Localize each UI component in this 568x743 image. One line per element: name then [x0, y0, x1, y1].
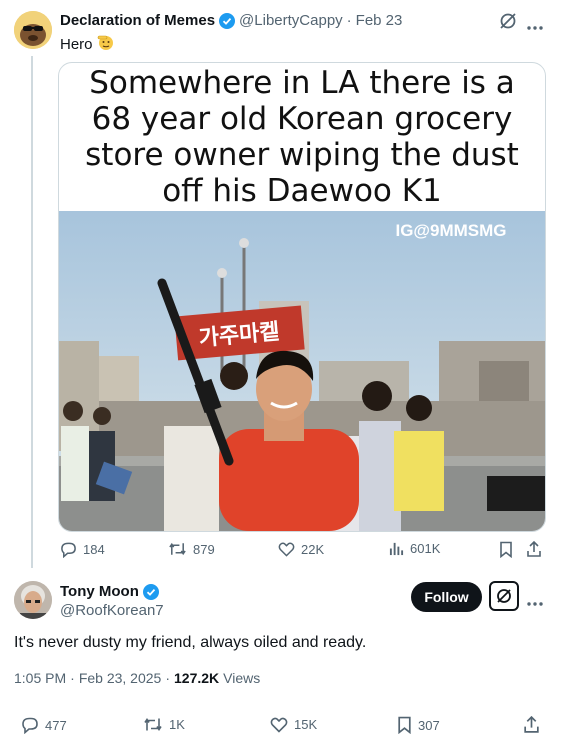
repost-button[interactable]: 1K — [143, 716, 185, 733]
reply-count: 477 — [45, 717, 67, 733]
reply-button[interactable]: 184 — [60, 541, 105, 558]
meme-caption: Somewhere in LA there is a 68 year old K… — [59, 65, 545, 209]
reply-author-name[interactable]: Tony Moon — [60, 583, 139, 600]
repost-icon — [143, 716, 163, 733]
reply-date[interactable]: Feb 23, 2025 — [79, 670, 162, 686]
like-count: 22K — [301, 541, 325, 557]
reply-text: It's never dusty my friend, always oiled… — [14, 634, 367, 651]
meme-caption-line: off his Daewoo K1 — [162, 173, 442, 209]
watermark: IG@9MMSMG — [395, 221, 506, 240]
reply-button[interactable]: 477 — [21, 716, 67, 734]
salute-emoji-icon — [97, 33, 115, 55]
author-handle[interactable]: @LibertyCappy — [239, 12, 343, 29]
verified-badge-icon — [219, 12, 236, 29]
like-icon — [270, 716, 288, 733]
bookmark-icon — [397, 716, 412, 734]
reply-time[interactable]: 1:05 PM — [14, 670, 66, 686]
separator: · — [165, 670, 170, 686]
reply-icon — [60, 541, 77, 558]
bookmark-icon[interactable] — [499, 541, 513, 563]
more-icon[interactable] — [527, 18, 543, 36]
reply-views-label: Views — [223, 670, 261, 686]
verified-badge-icon — [142, 583, 159, 600]
like-icon — [278, 541, 295, 557]
repost-button[interactable]: 879 — [168, 541, 215, 557]
reply-views-count: 127.2K — [174, 670, 220, 686]
views-count: 601K — [410, 541, 441, 556]
post-text: Hero — [60, 35, 93, 53]
repost-count: 879 — [193, 541, 215, 557]
reply-icon — [21, 716, 39, 734]
share-icon[interactable] — [526, 540, 542, 563]
reply-author-handle[interactable]: @RoofKorean7 — [60, 602, 164, 619]
post-header: Declaration of Memes @LibertyCappy · Feb… — [60, 12, 402, 29]
separator: · — [346, 12, 352, 29]
author-avatar[interactable] — [14, 11, 52, 49]
meme-caption-line: 68 year old Korean grocery — [91, 101, 513, 137]
reply-meta: 1:05 PM · Feb 23, 2025 · 127.2K Views — [14, 670, 260, 686]
meme-photo: 가주마켙 IG@9MMSMG — [59, 211, 545, 531]
thread-line — [31, 56, 33, 568]
more-icon[interactable] — [527, 594, 543, 612]
like-button[interactable]: 22K — [278, 541, 324, 557]
follow-button[interactable]: Follow — [411, 582, 482, 612]
share-icon[interactable] — [523, 715, 540, 739]
post-text-row: Hero — [60, 33, 115, 55]
grok-icon[interactable] — [499, 12, 517, 35]
bookmark-count: 307 — [418, 717, 440, 733]
like-button[interactable]: 15K — [270, 716, 317, 733]
views-icon — [389, 541, 404, 556]
meme-caption-line: Somewhere in LA there is a — [89, 65, 515, 101]
meme-image[interactable]: Somewhere in LA there is a 68 year old K… — [58, 62, 546, 532]
like-count: 15K — [294, 717, 318, 732]
meme-caption-line: store owner wiping the dust — [85, 137, 519, 173]
repost-icon — [168, 541, 187, 557]
post-date[interactable]: Feb 23 — [356, 12, 403, 29]
repost-count: 1K — [169, 717, 185, 732]
author-name[interactable]: Declaration of Memes — [60, 12, 215, 29]
reply-header: Tony Moon — [60, 583, 159, 600]
reply-count: 184 — [83, 542, 105, 557]
bookmark-button[interactable]: 307 — [397, 716, 440, 734]
grok-icon[interactable] — [489, 581, 519, 611]
views-button[interactable]: 601K — [389, 541, 440, 556]
reply-author-avatar[interactable] — [14, 581, 52, 619]
separator: · — [70, 670, 75, 686]
